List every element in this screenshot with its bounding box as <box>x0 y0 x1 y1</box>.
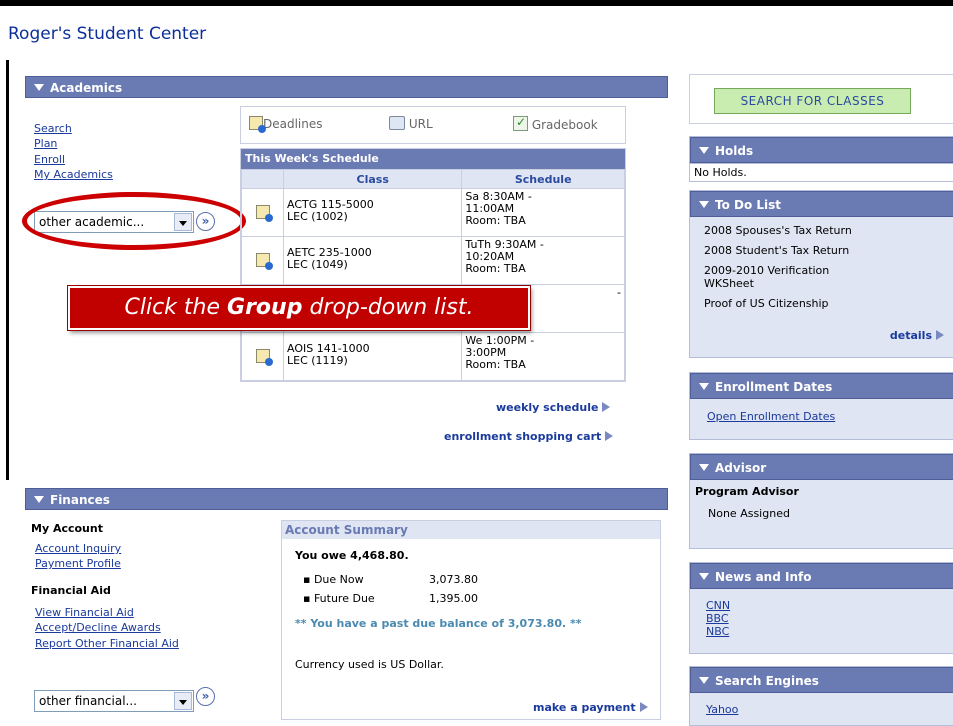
class-detail-icon[interactable] <box>255 349 273 366</box>
go-button[interactable]: » <box>196 687 215 706</box>
collapse-icon <box>699 201 709 208</box>
bbc-link[interactable]: BBC <box>706 612 942 625</box>
future-due-label: ▪ Future Due <box>303 592 375 605</box>
finances-header[interactable]: Finances <box>25 488 668 510</box>
table-row: ACTG 115-5000 LEC (1002) Sa 8:30AM -11:00A… <box>241 188 625 237</box>
page-title: Roger's Student Center <box>8 24 207 44</box>
table-row: AETC 235-1000 LEC (1049) TuTh 9:30AM -10:2… <box>241 236 625 285</box>
arrow-right-icon <box>602 402 611 412</box>
advisor-header[interactable]: Advisor <box>690 454 953 480</box>
weekly-schedule-table: This Week's Schedule Class Schedule ACTG … <box>240 148 626 382</box>
collapse-icon <box>699 464 709 471</box>
my-academics-link[interactable]: My Academics <box>34 168 113 181</box>
academic-tabs: Deadlines URL Gradebook <box>240 106 626 144</box>
payment-profile-link[interactable]: Payment Profile <box>35 557 121 570</box>
academics-header[interactable]: Academics <box>25 76 668 98</box>
finance-dropdown[interactable]: other financial... <box>34 690 194 712</box>
account-summary-title: Account Summary <box>282 521 660 539</box>
news-panel: News and Info CNN BBC NBC <box>689 562 953 654</box>
search-box: SEARCH FOR CLASSES <box>689 74 953 124</box>
table-row: AOIS 141-1000 LEC (1119) We 1:00PM -3:00PM… <box>241 332 625 381</box>
weekly-schedule-link[interactable]: weekly schedule <box>496 401 611 414</box>
arrow-right-icon <box>936 330 944 340</box>
cnn-link[interactable]: CNN <box>706 599 942 612</box>
chevron-down-icon <box>174 692 192 710</box>
url-icon <box>389 116 405 130</box>
search-link[interactable]: Search <box>34 122 72 135</box>
holds-text: No Holds. <box>690 163 953 181</box>
advisor-label: Program Advisor <box>695 485 799 498</box>
due-now-label: ▪ Due Now <box>303 573 364 586</box>
account-inquiry-link[interactable]: Account Inquiry <box>35 542 121 555</box>
gradebook-icon <box>513 115 528 131</box>
top-border <box>0 0 953 6</box>
todo-item[interactable]: 2009-2010 Verification WKSheet <box>704 264 874 290</box>
search-for-classes-button[interactable]: SEARCH FOR CLASSES <box>714 88 911 114</box>
highlight-ellipse <box>22 192 246 250</box>
advisor-panel: Advisor Program Advisor None Assigned <box>689 453 953 549</box>
col-schedule: Schedule <box>461 169 625 189</box>
tab-gradebook[interactable]: Gradebook <box>513 115 598 132</box>
amount-owed: You owe 4,468.80. <box>295 549 409 562</box>
arrow-right-icon <box>639 702 648 712</box>
enroll-link[interactable]: Enroll <box>34 153 65 166</box>
financial-aid-heading: Financial Aid <box>31 584 111 597</box>
collapse-icon <box>699 147 709 154</box>
todo-header[interactable]: To Do List <box>690 191 953 217</box>
account-summary: Account Summary You owe 4,468.80. ▪ Due … <box>281 520 661 720</box>
arrow-right-icon <box>605 431 614 441</box>
past-due-message: ** You have a past due balance of 3,073.… <box>295 617 582 630</box>
class-detail-icon[interactable] <box>255 253 273 270</box>
collapse-icon <box>699 677 709 684</box>
collapse-icon <box>699 573 709 580</box>
todo-details-link[interactable]: details <box>890 329 944 342</box>
currency-note: Currency used is US Dollar. <box>295 658 444 671</box>
make-payment-link[interactable]: make a payment <box>533 701 648 714</box>
col-class: Class <box>282 169 463 189</box>
accept-decline-link[interactable]: Accept/Decline Awards <box>35 621 161 634</box>
todo-item[interactable]: 2008 Student's Tax Return <box>704 244 944 257</box>
tab-deadlines[interactable]: Deadlines <box>249 116 323 133</box>
search-engines-header[interactable]: Search Engines <box>690 667 953 693</box>
plan-link[interactable]: Plan <box>34 137 57 150</box>
tab-url[interactable]: URL <box>389 116 433 131</box>
instruction-callout: Click the Group drop-down list. <box>68 286 530 330</box>
due-now-value: 3,073.80 <box>429 573 478 586</box>
collapse-icon <box>34 496 44 503</box>
todo-item[interactable]: 2008 Spouses's Tax Return <box>704 224 944 237</box>
calendar-icon <box>249 116 266 133</box>
enrollment-header[interactable]: Enrollment Dates <box>690 373 953 399</box>
holds-header[interactable]: Holds <box>690 137 953 163</box>
search-engines-panel: Search Engines Yahoo <box>689 666 953 726</box>
advisor-value: None Assigned <box>708 507 790 520</box>
enrollment-panel: Enrollment Dates Open Enrollment Dates <box>689 372 953 440</box>
report-other-aid-link[interactable]: Report Other Financial Aid <box>35 637 179 650</box>
left-border <box>6 60 9 480</box>
todo-item[interactable]: Proof of US Citizenship <box>704 297 944 310</box>
nbc-link[interactable]: NBC <box>706 625 942 638</box>
holds-panel: Holds No Holds. <box>689 136 953 182</box>
todo-panel: To Do List 2008 Spouses's Tax Return 200… <box>689 190 953 358</box>
shopping-cart-link[interactable]: enrollment shopping cart <box>444 430 614 443</box>
open-enrollment-link[interactable]: Open Enrollment Dates <box>690 399 953 434</box>
collapse-icon <box>34 84 44 91</box>
news-header[interactable]: News and Info <box>690 563 953 589</box>
class-detail-icon[interactable] <box>255 205 273 222</box>
future-due-value: 1,395.00 <box>429 592 478 605</box>
view-financial-aid-link[interactable]: View Financial Aid <box>35 606 134 619</box>
my-account-heading: My Account <box>31 522 103 535</box>
schedule-title: This Week's Schedule <box>241 149 625 169</box>
collapse-icon <box>699 383 709 390</box>
yahoo-link[interactable]: Yahoo <box>690 693 953 726</box>
